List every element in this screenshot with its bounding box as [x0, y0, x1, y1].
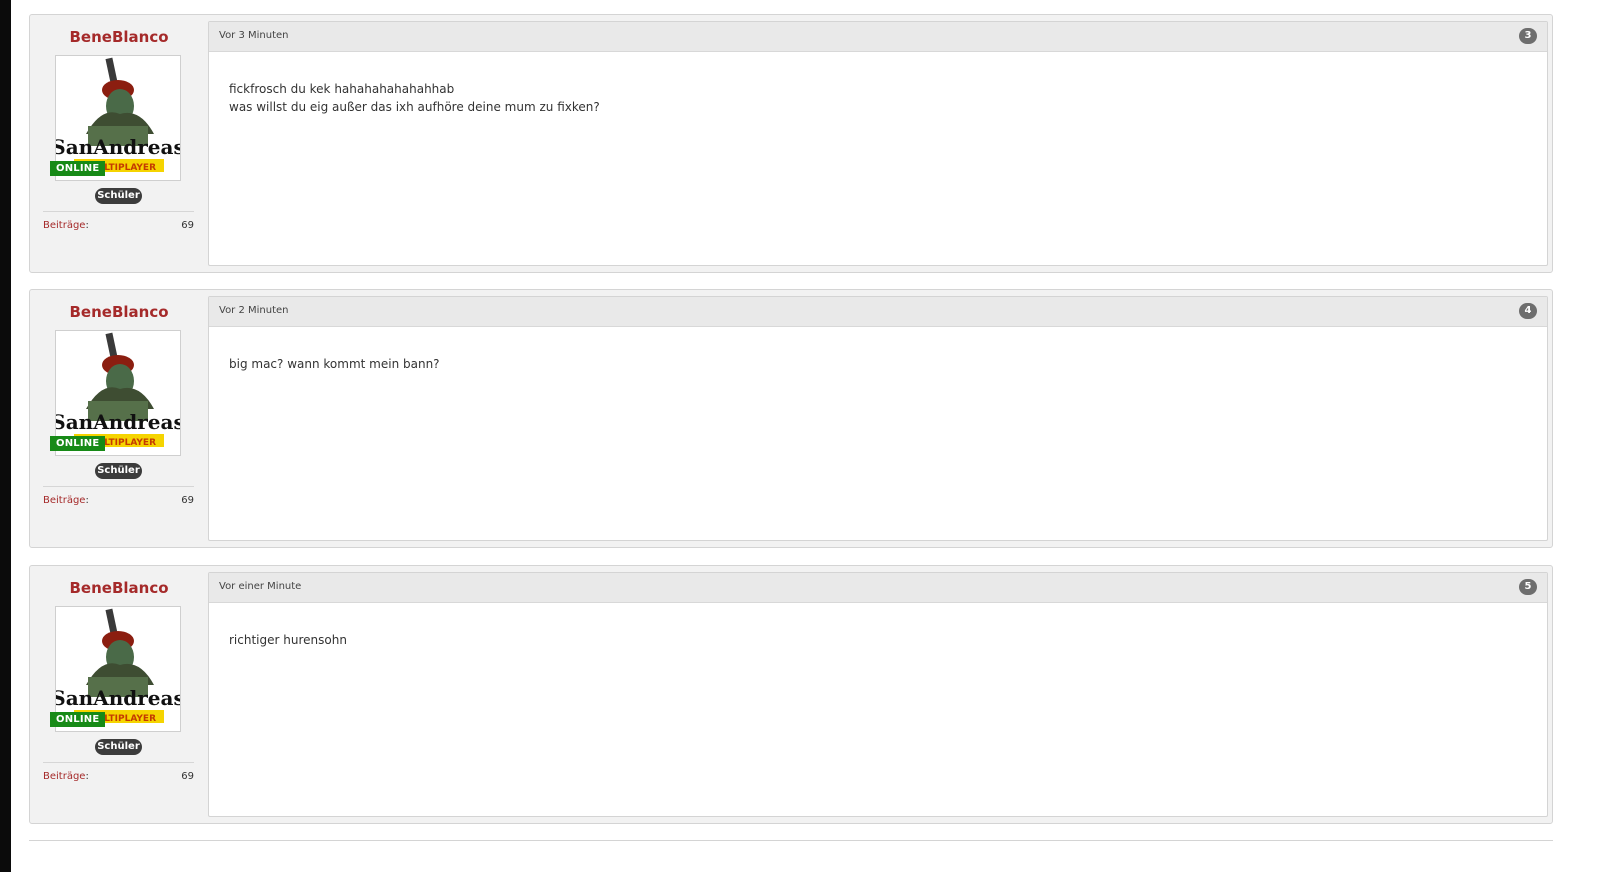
post-message: big mac? wann kommt mein bann? [229, 355, 440, 373]
post-author-sidebar: BeneBlanco SanAndreas MULTIPLAYER ONLINE… [30, 290, 208, 547]
posts-count-label[interactable]: Beiträge: [43, 771, 89, 782]
svg-text:SanAndreas: SanAndreas [56, 410, 180, 434]
posts-count-value: 69 [181, 495, 194, 506]
post-header: Vor 3 Minuten 3 [209, 22, 1547, 52]
posts-count-value: 69 [181, 771, 194, 782]
post-5: BeneBlanco SanAndreas MULTIPLAYER ONLINE… [29, 565, 1553, 824]
online-status-badge: ONLINE [50, 161, 106, 176]
post-content: Vor 3 Minuten 3 fickfrosch du kek hahaha… [208, 21, 1548, 266]
username-link[interactable]: BeneBlanco [30, 28, 208, 46]
rank-badge: Schüler [95, 739, 142, 755]
post-author-sidebar: BeneBlanco SanAndreas MULTIPLAYER ONLINE… [30, 566, 208, 823]
sidebar-divider [43, 486, 194, 487]
online-status-badge: ONLINE [50, 712, 106, 727]
message-line: richtiger hurensohn [229, 633, 347, 647]
username-link[interactable]: BeneBlanco [30, 579, 208, 597]
post-number-badge[interactable]: 4 [1519, 303, 1537, 319]
post-content: Vor 2 Minuten 4 big mac? wann kommt mein… [208, 296, 1548, 541]
post-author-sidebar: BeneBlanco SanAndreas MULTIPLAYER ONLINE… [30, 15, 208, 272]
sidebar-divider [43, 762, 194, 763]
message-line: big mac? wann kommt mein bann? [229, 357, 440, 371]
post-header: Vor 2 Minuten 4 [209, 297, 1547, 327]
rank-badge: Schüler [95, 463, 142, 479]
posts-count-label[interactable]: Beiträge: [43, 220, 89, 231]
post-timestamp[interactable]: Vor 3 Minuten [219, 30, 289, 41]
post-number-badge[interactable]: 5 [1519, 579, 1537, 595]
svg-text:SanAndreas: SanAndreas [56, 135, 180, 159]
message-line: was willst du eig außer das ixh aufhöre … [229, 100, 600, 114]
post-3: BeneBlanco SanAndreas MULTIPLAYER ONLINE… [29, 14, 1553, 273]
post-timestamp[interactable]: Vor einer Minute [219, 581, 301, 592]
post-header: Vor einer Minute 5 [209, 573, 1547, 603]
post-message: richtiger hurensohn [229, 631, 347, 649]
message-line: fickfrosch du kek hahahahahahahhab [229, 82, 455, 96]
post-number-badge[interactable]: 3 [1519, 28, 1537, 44]
next-post-edge [29, 840, 1553, 841]
left-edge-bar [0, 0, 11, 872]
username-link[interactable]: BeneBlanco [30, 303, 208, 321]
sidebar-divider [43, 211, 194, 212]
post-4: BeneBlanco SanAndreas MULTIPLAYER ONLINE… [29, 289, 1553, 548]
post-content: Vor einer Minute 5 richtiger hurensohn [208, 572, 1548, 817]
posts-count-label[interactable]: Beiträge: [43, 495, 89, 506]
post-message: fickfrosch du kek hahahahahahahhab was w… [229, 80, 600, 116]
rank-badge: Schüler [95, 188, 142, 204]
post-timestamp[interactable]: Vor 2 Minuten [219, 305, 289, 316]
svg-text:SanAndreas: SanAndreas [56, 686, 180, 710]
online-status-badge: ONLINE [50, 436, 106, 451]
posts-count-value: 69 [181, 220, 194, 231]
